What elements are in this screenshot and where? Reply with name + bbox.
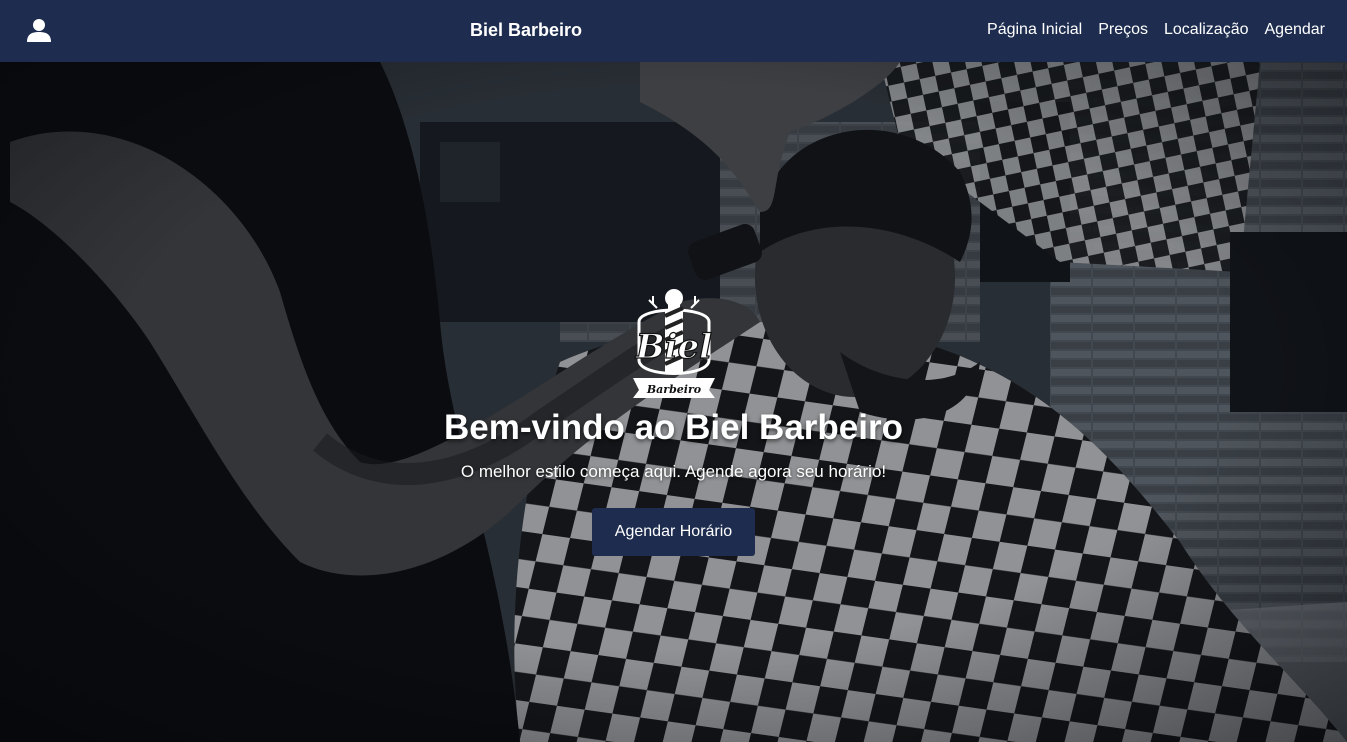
schedule-appointment-button[interactable]: Agendar Horário bbox=[591, 508, 756, 556]
nav-link-prices[interactable]: Preços bbox=[1098, 21, 1148, 39]
nav-links: Página Inicial Preços Localização Agenda… bbox=[987, 21, 1325, 39]
hero-subtitle: O melhor estilo começa aqui. Agende agor… bbox=[460, 462, 887, 481]
hero-content: Biel Barbeiro Bem-vindo ao Biel Barbeiro… bbox=[0, 286, 1347, 556]
barbershop-logo: Biel Barbeiro bbox=[632, 289, 715, 398]
top-navbar: Biel Barbeiro Página Inicial Preços Loca… bbox=[0, 0, 1347, 62]
hero-title: Bem-vindo ao Biel Barbeiro bbox=[444, 408, 903, 447]
brand-title[interactable]: Biel Barbeiro bbox=[0, 20, 1052, 41]
hero-section: Biel Barbeiro Bem-vindo ao Biel Barbeiro… bbox=[0, 62, 1347, 742]
svg-text:Biel: Biel bbox=[634, 327, 711, 367]
nav-link-location[interactable]: Localização bbox=[1164, 21, 1249, 39]
nav-link-home[interactable]: Página Inicial bbox=[987, 21, 1082, 39]
svg-text:Barbeiro: Barbeiro bbox=[645, 383, 700, 396]
nav-link-schedule[interactable]: Agendar bbox=[1265, 21, 1326, 39]
